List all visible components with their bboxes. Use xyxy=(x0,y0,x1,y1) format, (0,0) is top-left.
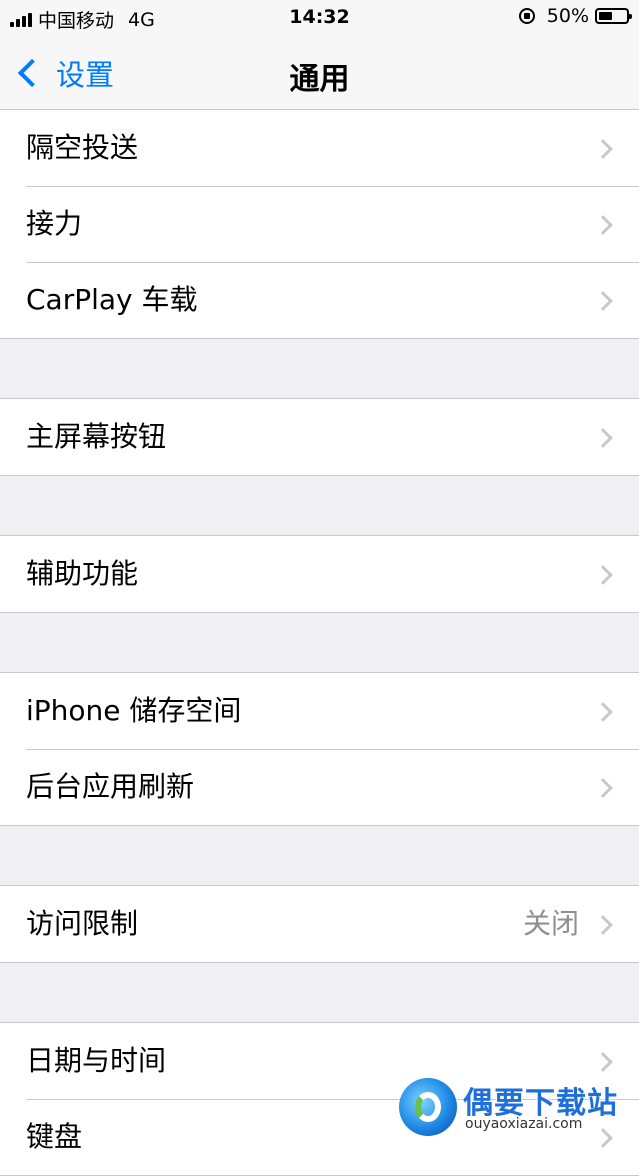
chevron-right-icon xyxy=(593,291,613,311)
row-label: 访问限制 xyxy=(26,907,139,940)
chevron-right-icon xyxy=(593,915,613,935)
row-label: 接力 xyxy=(26,207,83,240)
chevron-right-icon xyxy=(593,1052,613,1072)
settings-list: 隔空投送 接力 CarPlay 车载 主屏幕按钮 辅助功能 iPhone 储存空… xyxy=(0,110,639,1176)
chevron-right-icon xyxy=(593,702,613,722)
row-label: 辅助功能 xyxy=(26,557,139,590)
row-label: 后台应用刷新 xyxy=(26,770,195,803)
settings-group: 主屏幕按钮 xyxy=(0,398,639,476)
watermark: 偶要下载站 ouyaoxiazai.com xyxy=(395,1072,639,1136)
chevron-right-icon xyxy=(593,778,613,798)
status-right: 50% xyxy=(518,5,632,27)
chevron-right-icon xyxy=(593,428,613,448)
chevron-right-icon xyxy=(593,215,613,235)
row-label: iPhone 储存空间 xyxy=(26,694,242,727)
row-label: 键盘 xyxy=(26,1120,83,1153)
row-accessibility[interactable]: 辅助功能 xyxy=(0,536,639,612)
row-background-app-refresh[interactable]: 后台应用刷新 xyxy=(0,749,639,825)
row-airdrop[interactable]: 隔空投送 xyxy=(0,110,639,186)
watermark-url: ouyaoxiazai.com xyxy=(465,1116,583,1132)
chevron-right-icon xyxy=(593,139,613,159)
row-detail-value: 关闭 xyxy=(522,907,579,940)
row-label: 主屏幕按钮 xyxy=(26,420,167,453)
battery-icon xyxy=(595,8,632,24)
settings-group: 访问限制 关闭 xyxy=(0,885,639,963)
row-label: CarPlay 车载 xyxy=(26,283,198,316)
row-carplay[interactable]: CarPlay 车载 xyxy=(0,262,639,338)
settings-group: 隔空投送 接力 CarPlay 车载 xyxy=(0,110,639,339)
row-handoff[interactable]: 接力 xyxy=(0,186,639,262)
settings-group: iPhone 储存空间 后台应用刷新 xyxy=(0,672,639,826)
row-restrictions[interactable]: 访问限制 关闭 xyxy=(0,886,639,962)
status-bar: 中国移动 4G 14:32 50% xyxy=(0,0,639,36)
row-label: 隔空投送 xyxy=(26,131,139,164)
battery-percent: 50% xyxy=(546,5,589,27)
settings-group: 辅助功能 xyxy=(0,535,639,613)
watermark-logo-icon xyxy=(399,1078,457,1136)
row-iphone-storage[interactable]: iPhone 储存空间 xyxy=(0,673,639,749)
row-label: 日期与时间 xyxy=(26,1044,167,1077)
page-title: 通用 xyxy=(289,62,350,97)
navigation-bar: 设置 通用 xyxy=(0,36,639,110)
chevron-right-icon xyxy=(593,565,613,585)
battery-fill xyxy=(599,12,612,20)
row-home-button[interactable]: 主屏幕按钮 xyxy=(0,399,639,475)
orientation-lock-icon xyxy=(518,8,535,24)
